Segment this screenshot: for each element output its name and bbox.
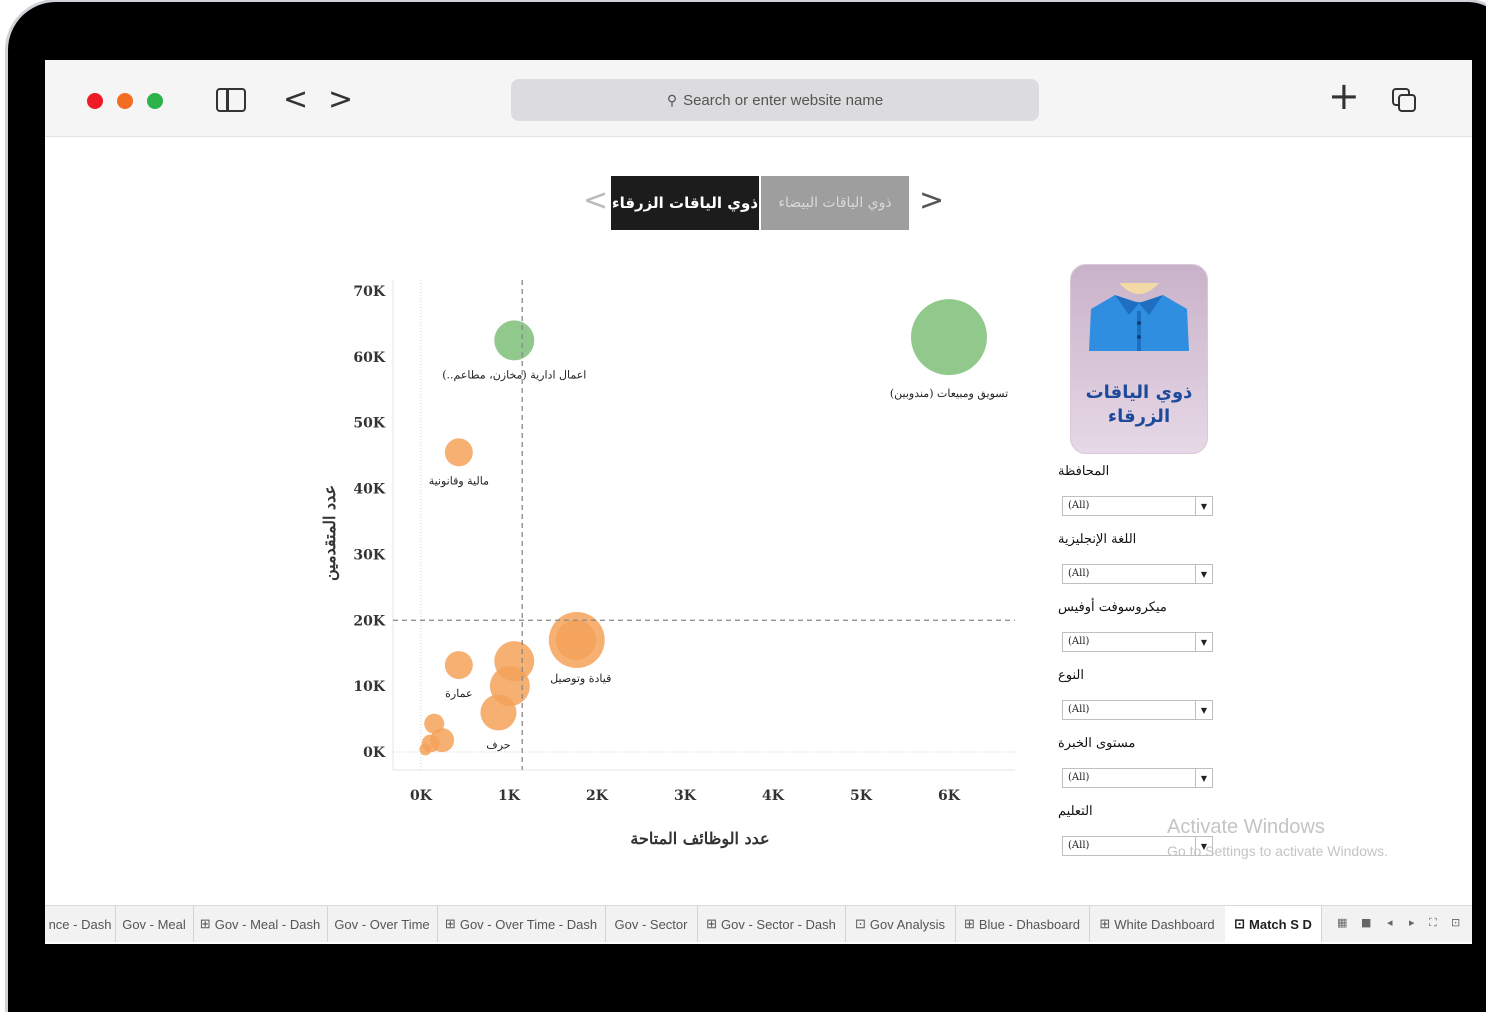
filter-label-governorate: المحافظة (1058, 464, 1110, 479)
prev-sheet-icon[interactable]: ◂ (1387, 916, 1393, 929)
address-placeholder: Search or enter website name (683, 91, 884, 109)
sheet-tab[interactable]: Gov - Over Time (327, 906, 438, 942)
filter-select-experience[interactable]: (All) ▼ (1062, 768, 1213, 788)
sheet-tab[interactable]: ⊡ Gov Analysis (845, 906, 956, 942)
toggle-next-arrow[interactable]: > (919, 183, 944, 218)
next-sheet-icon[interactable]: ▸ (1409, 916, 1415, 929)
dashboard-icon: ⊞ (199, 916, 211, 931)
y-tick-label: 50K (353, 416, 385, 432)
data-point (444, 438, 473, 467)
blue-shirt-icon (1089, 283, 1189, 351)
sheet-tab[interactable]: ⊞ Gov - Sector - Dash (697, 906, 846, 942)
dashboard-icon: ⊞ (963, 916, 975, 931)
y-axis-title: عدد المتقدمين (320, 485, 340, 581)
x-tick-label: 5K (850, 788, 873, 804)
tab-overview-icon[interactable] (1392, 88, 1416, 112)
x-tick-label: 2K (586, 788, 609, 804)
data-point-label: تسويق ومبيعات (مندوبين) (890, 387, 1008, 400)
chevron-down-icon: ▼ (1195, 769, 1212, 787)
dashboard-icon: ⊞ (706, 916, 718, 931)
y-tick-label: 40K (353, 482, 385, 498)
x-tick-label: 0K (410, 788, 433, 804)
blue-collar-badge: ذوي الياقات الزرقاء (1070, 264, 1208, 454)
browser-toolbar: < > ⚲ Search or enter website name + (45, 60, 1472, 137)
sidebar-toggle-icon[interactable] (216, 88, 246, 112)
sheet-tab[interactable]: Gov - Sector (605, 906, 698, 942)
sheet-tab[interactable]: ⊞ Gov - Meal - Dash (193, 906, 328, 942)
address-bar[interactable]: ⚲ Search or enter website name (511, 79, 1039, 121)
data-point (494, 320, 535, 361)
filter-label-education: التعليم (1058, 804, 1093, 819)
activation-watermark-title: Activate Windows (1167, 816, 1325, 838)
sheet-tab-bar: nce - Dash Gov - Meal ⊞ Gov - Meal - Dash… (45, 905, 1472, 942)
close-window-button[interactable] (87, 93, 103, 109)
sheet-tab[interactable]: ⊞ Gov - Over Time - Dash (437, 906, 606, 942)
filter-select-english[interactable]: (All) ▼ (1062, 564, 1213, 584)
y-tick-label: 30K (353, 547, 385, 563)
film-view-icon[interactable]: ■ (1361, 916, 1371, 929)
data-point (480, 694, 517, 731)
data-point-label: عمارة (445, 687, 472, 700)
maximize-window-button[interactable] (147, 93, 163, 109)
badge-title-line1: ذوي الياقات (1085, 382, 1193, 403)
filter-select-ms-office[interactable]: (All) ▼ (1062, 632, 1213, 652)
chevron-down-icon: ▼ (1195, 497, 1212, 515)
toggle-prev-arrow[interactable]: < (583, 183, 608, 218)
sheet-tab[interactable]: Gov - Meal (115, 906, 194, 942)
x-tick-label: 3K (674, 788, 697, 804)
new-tab-button[interactable]: + (1328, 77, 1360, 115)
data-point (911, 299, 987, 376)
data-point (555, 620, 596, 661)
filter-label-experience: مستوى الخبرة (1058, 736, 1136, 751)
dashboard-icon: ⊞ (444, 916, 456, 931)
badge-title-line2: الزرقاء (1107, 406, 1171, 427)
filter-select-gender[interactable]: (All) ▼ (1062, 700, 1213, 720)
sheet-tab[interactable]: ⊞ White Dashboard (1089, 906, 1226, 942)
grid-view-icon[interactable]: ▦ (1337, 916, 1347, 929)
y-tick-label: 70K (353, 284, 385, 300)
filter-select-governorate[interactable]: (All) ▼ (1062, 496, 1213, 516)
chevron-down-icon: ▼ (1195, 565, 1212, 583)
data-point-label: مالية وقانونية (429, 474, 489, 487)
sheet-tab[interactable]: nce - Dash (45, 906, 116, 942)
white-collar-toggle[interactable]: ذوي الياقات البيضاء (761, 176, 909, 230)
x-tick-label: 4K (762, 788, 785, 804)
data-point (419, 743, 432, 756)
x-tick-label: 6K (938, 788, 961, 804)
filter-label-gender: النوع (1058, 668, 1084, 683)
y-tick-label: 0K (363, 745, 386, 761)
blue-collar-toggle[interactable]: ذوي الياقات الزرقاء (611, 176, 759, 230)
filter-label-ms-office: ميكروسوفت أوفيس (1058, 600, 1167, 615)
x-tick-label: 1K (498, 788, 521, 804)
y-tick-label: 10K (353, 679, 385, 695)
y-tick-label: 60K (353, 350, 385, 366)
back-button[interactable]: < (283, 82, 308, 117)
chevron-down-icon: ▼ (1195, 633, 1212, 651)
data-point-label: قيادة وتوصيل (550, 672, 611, 685)
sheet-tab[interactable]: ⊞ Blue - Dhasboard (955, 906, 1090, 942)
search-icon: ⚲ (666, 91, 678, 108)
y-tick-label: 20K (353, 613, 385, 629)
story-icon: ⊡ (854, 916, 866, 931)
data-point-label: اعمال ادارية (مخازن، مطاعم..) (442, 368, 586, 381)
data-point (444, 651, 473, 680)
sheet-tab-active[interactable]: ⊡ Match S D (1225, 906, 1322, 942)
scatter-chart: 0K 10K 20K 30K 40K 50K 60K 70K 0K 1K 2K 3K 4K 5K 6K عدد… (320, 280, 1015, 849)
chevron-down-icon: ▼ (1195, 701, 1212, 719)
data-point-label: حرف (486, 738, 510, 751)
filter-label-english: اللغة الإنجليزية (1058, 532, 1137, 547)
fullscreen-icon[interactable]: ⛶ (1429, 916, 1437, 930)
minimize-window-button[interactable] (117, 93, 133, 109)
activation-watermark-subtitle: Go to Settings to activate Windows. (1167, 843, 1388, 859)
presentation-icon[interactable]: ⊡ (1451, 916, 1460, 929)
story-icon: ⊡ (1234, 916, 1246, 931)
x-axis-title: عدد الوظائف المتاحة (630, 829, 769, 849)
dashboard-icon: ⊞ (1099, 916, 1111, 931)
forward-button[interactable]: > (328, 82, 353, 117)
browser-window: < > ⚲ Search or enter website name + < ذ… (45, 60, 1472, 944)
